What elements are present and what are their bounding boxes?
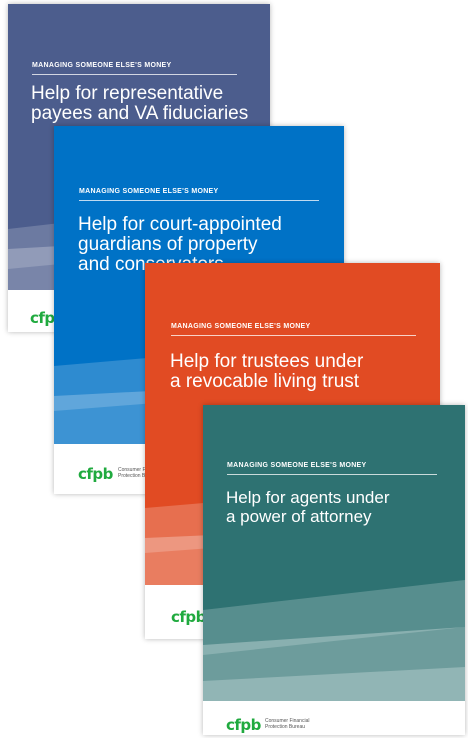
- series-label: MANAGING SOMEONE ELSE'S MONEY: [32, 62, 172, 69]
- series-rule: [79, 200, 319, 201]
- cfpb-logo: cfpb: [78, 465, 113, 483]
- title-line: guardians of property: [78, 234, 258, 255]
- title-line: Help for agents under: [226, 488, 390, 507]
- title-line: a revocable living trust: [170, 371, 360, 392]
- series-label: MANAGING SOMEONE ELSE'S MONEY: [227, 462, 367, 469]
- title-line: Help for court-appointed: [78, 214, 282, 235]
- booklet-agents-power-of-attorney: MANAGING SOMEONE ELSE'S MONEY Help for a…: [203, 405, 465, 735]
- title-line: Help for representative: [31, 83, 224, 104]
- booklet-title: Help for trustees under a revocable livi…: [170, 352, 363, 392]
- series-label: MANAGING SOMEONE ELSE'S MONEY: [171, 323, 311, 330]
- series-label: MANAGING SOMEONE ELSE'S MONEY: [79, 188, 219, 195]
- title-line: payees and VA fiduciaries: [31, 103, 249, 124]
- cfpb-logo: cfpb: [171, 608, 206, 626]
- series-rule: [227, 474, 437, 475]
- agency-line: Protection Bureau: [265, 723, 306, 730]
- booklet-cover: MANAGING SOMEONE ELSE'S MONEY Help for a…: [203, 405, 465, 701]
- series-rule: [171, 335, 416, 336]
- cfpb-logo: cfpb: [226, 716, 261, 734]
- booklet-title: Help for agents under a power of attorne…: [226, 488, 390, 526]
- booklet-title: Help for representative payees and VA fi…: [31, 84, 248, 124]
- series-rule: [32, 74, 237, 75]
- title-line: Help for trustees under: [170, 351, 364, 372]
- title-line: a power of attorney: [226, 507, 372, 526]
- agency-name: Consumer Financial Protection Bureau: [265, 718, 309, 730]
- cover-stripes: [203, 580, 465, 701]
